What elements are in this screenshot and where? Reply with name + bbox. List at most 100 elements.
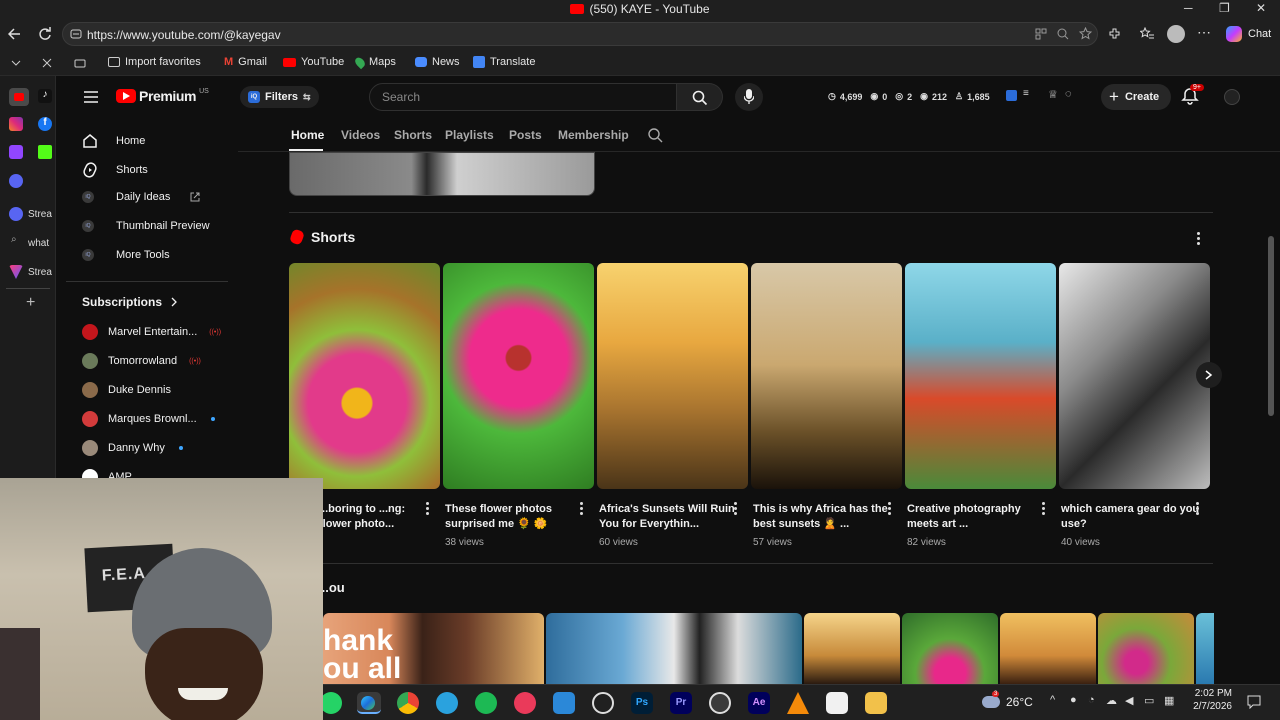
- nav-daily-ideas[interactable]: iQ Daily Ideas: [82, 191, 200, 203]
- short-title[interactable]: These flower photos surprised me 🌻 🌼: [445, 502, 585, 532]
- vidiq-icon[interactable]: [1006, 90, 1017, 101]
- trophy-icon[interactable]: ♕: [1048, 88, 1058, 101]
- short-thumbnail[interactable]: [902, 613, 998, 684]
- short-thumbnail[interactable]: [804, 613, 900, 684]
- tray-chevron-icon[interactable]: ^: [1050, 694, 1055, 706]
- search-input[interactable]: Search: [369, 83, 677, 111]
- notification-center-icon[interactable]: [1247, 695, 1261, 709]
- address-bar[interactable]: https://www.youtube.com/@kayegav: [62, 22, 1098, 46]
- subscription-item[interactable]: Tomorrowland ((•)): [82, 353, 201, 369]
- subscriptions-header[interactable]: Subscriptions: [82, 295, 178, 309]
- video-thumbnail[interactable]: [546, 613, 802, 684]
- mic-tray-icon[interactable]: ●: [1070, 694, 1077, 706]
- tab-videos[interactable]: Videos: [341, 128, 380, 142]
- tab-shorts[interactable]: Shorts: [394, 128, 432, 142]
- list-icon[interactable]: ≡: [1023, 88, 1029, 99]
- file-explorer-icon[interactable]: [865, 692, 887, 714]
- nav-thumbnail-preview[interactable]: iQ Thumbnail Preview: [82, 220, 210, 232]
- short-more-icon[interactable]: [579, 502, 583, 516]
- short-title[interactable]: Africa's Sunsets Will Ruin You for Every…: [599, 502, 739, 532]
- spotify-icon[interactable]: [475, 692, 497, 714]
- zoom-icon[interactable]: [1057, 28, 1069, 40]
- short-thumbnail[interactable]: [751, 263, 902, 489]
- short-thumbnail[interactable]: [1196, 613, 1214, 684]
- short-title[interactable]: which camera gear do you use?: [1061, 502, 1201, 532]
- site-info-icon[interactable]: [70, 28, 82, 40]
- nav-home[interactable]: Home: [82, 133, 145, 149]
- favorites-icon[interactable]: [1140, 27, 1154, 41]
- tab-membership[interactable]: Membership: [558, 128, 629, 142]
- weather-widget[interactable]: 3 26°C: [982, 691, 1033, 709]
- subscription-item[interactable]: Marvel Entertain... ((•)): [82, 324, 221, 340]
- what-tab-label[interactable]: what: [28, 238, 49, 249]
- video-thumbnail[interactable]: hank ou all: [323, 613, 544, 684]
- kick-icon[interactable]: [38, 145, 52, 159]
- store-icon[interactable]: [553, 692, 575, 714]
- vlc-icon[interactable]: [787, 692, 809, 714]
- short-thumbnail[interactable]: [1059, 263, 1210, 489]
- previous-video-thumbnail[interactable]: [289, 152, 595, 196]
- minimize-button[interactable]: ─: [1184, 1, 1193, 15]
- media-player-icon[interactable]: [514, 692, 536, 714]
- short-more-icon[interactable]: [425, 502, 429, 516]
- favorite-gmail[interactable]: M Gmail: [224, 56, 267, 68]
- notifications-button[interactable]: 9+: [1181, 84, 1204, 107]
- network-icon[interactable]: ◔: [1088, 694, 1095, 706]
- short-thumbnail[interactable]: [597, 263, 748, 489]
- short-thumbnail[interactable]: [1098, 613, 1194, 684]
- menu-hamburger-icon[interactable]: [84, 91, 98, 103]
- tab-home[interactable]: Home: [291, 128, 324, 142]
- photoshop-icon[interactable]: Ps: [631, 692, 653, 714]
- short-more-icon[interactable]: [887, 502, 891, 516]
- short-thumbnail[interactable]: [443, 263, 594, 489]
- chatgpt-icon[interactable]: [592, 692, 614, 714]
- extensions-icon[interactable]: [1107, 27, 1121, 41]
- onedrive-icon[interactable]: ☁: [1106, 694, 1117, 707]
- short-thumbnail[interactable]: [1000, 613, 1096, 684]
- profile-avatar[interactable]: [1167, 25, 1185, 43]
- streaming-app-icon[interactable]: [9, 174, 23, 188]
- nav-shorts[interactable]: Shorts: [82, 162, 148, 178]
- copilot-chat-button[interactable]: Chat: [1226, 26, 1271, 42]
- tab-playlists[interactable]: Playlists: [445, 128, 494, 142]
- page-scrollbar[interactable]: [1268, 236, 1274, 416]
- back-icon[interactable]: [8, 27, 22, 41]
- tiktok-icon[interactable]: ♪: [38, 89, 52, 103]
- close-button[interactable]: ✕: [1256, 1, 1266, 15]
- favorite-news[interactable]: News: [415, 56, 460, 68]
- short-thumbnail[interactable]: [289, 263, 440, 489]
- section-more-icon[interactable]: [1196, 232, 1200, 246]
- clock[interactable]: 2:02 PM 2/7/2026: [1188, 687, 1232, 713]
- create-button[interactable]: + Create: [1101, 84, 1172, 110]
- stream-tab-label[interactable]: Strea: [28, 209, 52, 220]
- volume-icon[interactable]: ◀: [1125, 694, 1133, 707]
- short-thumbnail[interactable]: [905, 263, 1056, 489]
- favorite-import[interactable]: Import favorites: [108, 56, 201, 68]
- short-title[interactable]: ...boring to ...ng: flower photo...: [319, 502, 431, 532]
- edge-taskbar-icon[interactable]: [357, 692, 381, 714]
- channel-search-icon[interactable]: [648, 128, 663, 143]
- subscription-item[interactable]: Marques Brownl...: [82, 411, 215, 427]
- favorite-maps[interactable]: Maps: [353, 55, 396, 69]
- more-menu-icon[interactable]: ⋯: [1197, 24, 1211, 41]
- short-more-icon[interactable]: [1041, 502, 1045, 516]
- obs-icon[interactable]: [709, 692, 731, 714]
- short-more-icon[interactable]: [733, 502, 737, 516]
- sidebar-close-icon[interactable]: [41, 57, 53, 69]
- app-available-icon[interactable]: [1035, 28, 1047, 40]
- add-tab-icon[interactable]: +: [26, 294, 35, 312]
- chrome-icon[interactable]: [397, 692, 419, 714]
- refresh-icon[interactable]: [38, 27, 52, 41]
- twitch-icon[interactable]: [9, 145, 23, 159]
- telegram-icon[interactable]: [436, 692, 458, 714]
- voice-search-button[interactable]: [735, 83, 763, 111]
- tabs-icon[interactable]: [74, 57, 86, 69]
- whatsapp-icon[interactable]: [320, 692, 342, 714]
- short-title[interactable]: Creative photography meets art ...: [907, 502, 1047, 532]
- battery-icon[interactable]: ▭: [1144, 694, 1154, 707]
- tab-posts[interactable]: Posts: [509, 128, 542, 142]
- subscription-item[interactable]: Duke Dennis: [82, 382, 171, 398]
- chat-bubble-icon[interactable]: ◌: [1065, 88, 1072, 100]
- facebook-icon[interactable]: f: [38, 117, 52, 131]
- after-effects-icon[interactable]: Ae: [748, 692, 770, 714]
